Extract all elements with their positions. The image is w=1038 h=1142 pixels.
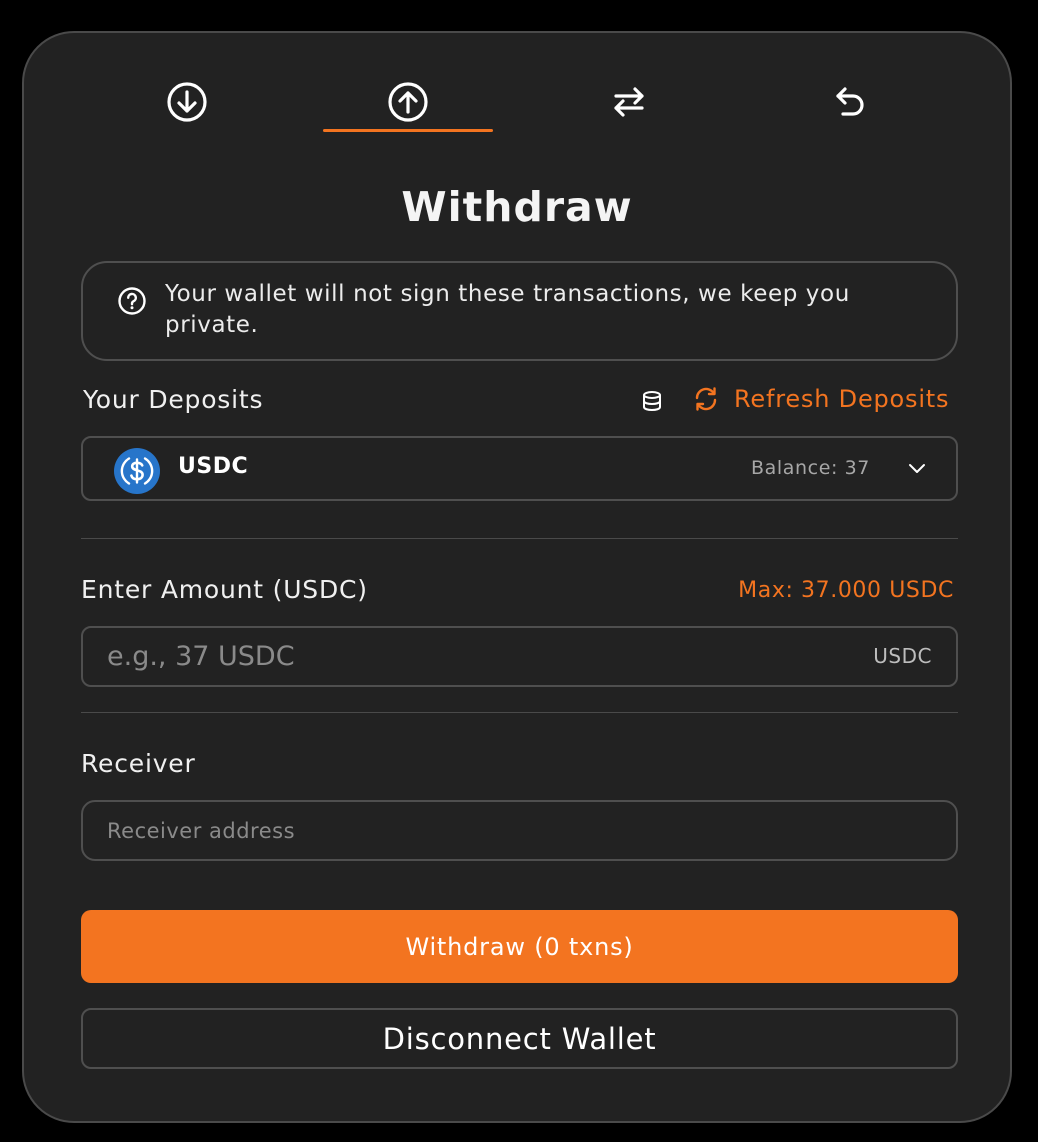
amount-input[interactable] [83, 628, 956, 685]
refresh-icon [695, 387, 717, 411]
withdraw-panel: Withdraw Your wallet will not sign these… [22, 31, 1012, 1123]
section-divider [81, 712, 958, 713]
swap-arrows-icon [614, 87, 644, 117]
selected-token-name: USDC [178, 454, 249, 479]
tab-deposit[interactable] [102, 81, 272, 133]
amount-field: USDC [81, 626, 958, 687]
disconnect-wallet-button[interactable]: Disconnect Wallet [81, 1008, 958, 1069]
database-icon [643, 391, 661, 412]
undo-arrow-icon [836, 87, 864, 116]
amount-unit: USDC [873, 644, 932, 668]
active-tab-indicator [323, 129, 493, 132]
receiver-address-input[interactable] [83, 802, 956, 859]
arrow-down-circle-icon [167, 82, 207, 122]
deposits-label: Your Deposits [83, 385, 264, 414]
refresh-deposits-button[interactable]: Refresh Deposits [692, 385, 949, 413]
tab-swap[interactable] [544, 81, 714, 133]
deposit-token-select[interactable]: USDC Balance: 37 [81, 436, 958, 501]
notice-text: Your wallet will not sign these transact… [165, 281, 850, 338]
privacy-notice: Your wallet will not sign these transact… [81, 261, 958, 361]
tab-bar [24, 33, 1010, 143]
token-balance: Balance: 37 [751, 457, 870, 479]
tab-refund[interactable] [765, 81, 935, 133]
receiver-field [81, 800, 958, 861]
chevron-down-icon [909, 464, 925, 473]
section-divider [81, 538, 958, 539]
arrow-up-circle-icon [388, 82, 428, 122]
max-amount-button[interactable]: Max: 37.000 USDC [738, 578, 954, 603]
amount-label: Enter Amount (USDC) [81, 575, 368, 604]
tab-withdraw[interactable] [323, 81, 493, 133]
refresh-deposits-label: Refresh Deposits [734, 385, 950, 413]
withdraw-button[interactable]: Withdraw (0 txns) [81, 910, 958, 983]
receiver-label: Receiver [81, 749, 196, 778]
usdc-coin-icon [114, 448, 160, 494]
page-title: Withdraw [401, 183, 633, 231]
question-circle-icon [118, 287, 146, 315]
